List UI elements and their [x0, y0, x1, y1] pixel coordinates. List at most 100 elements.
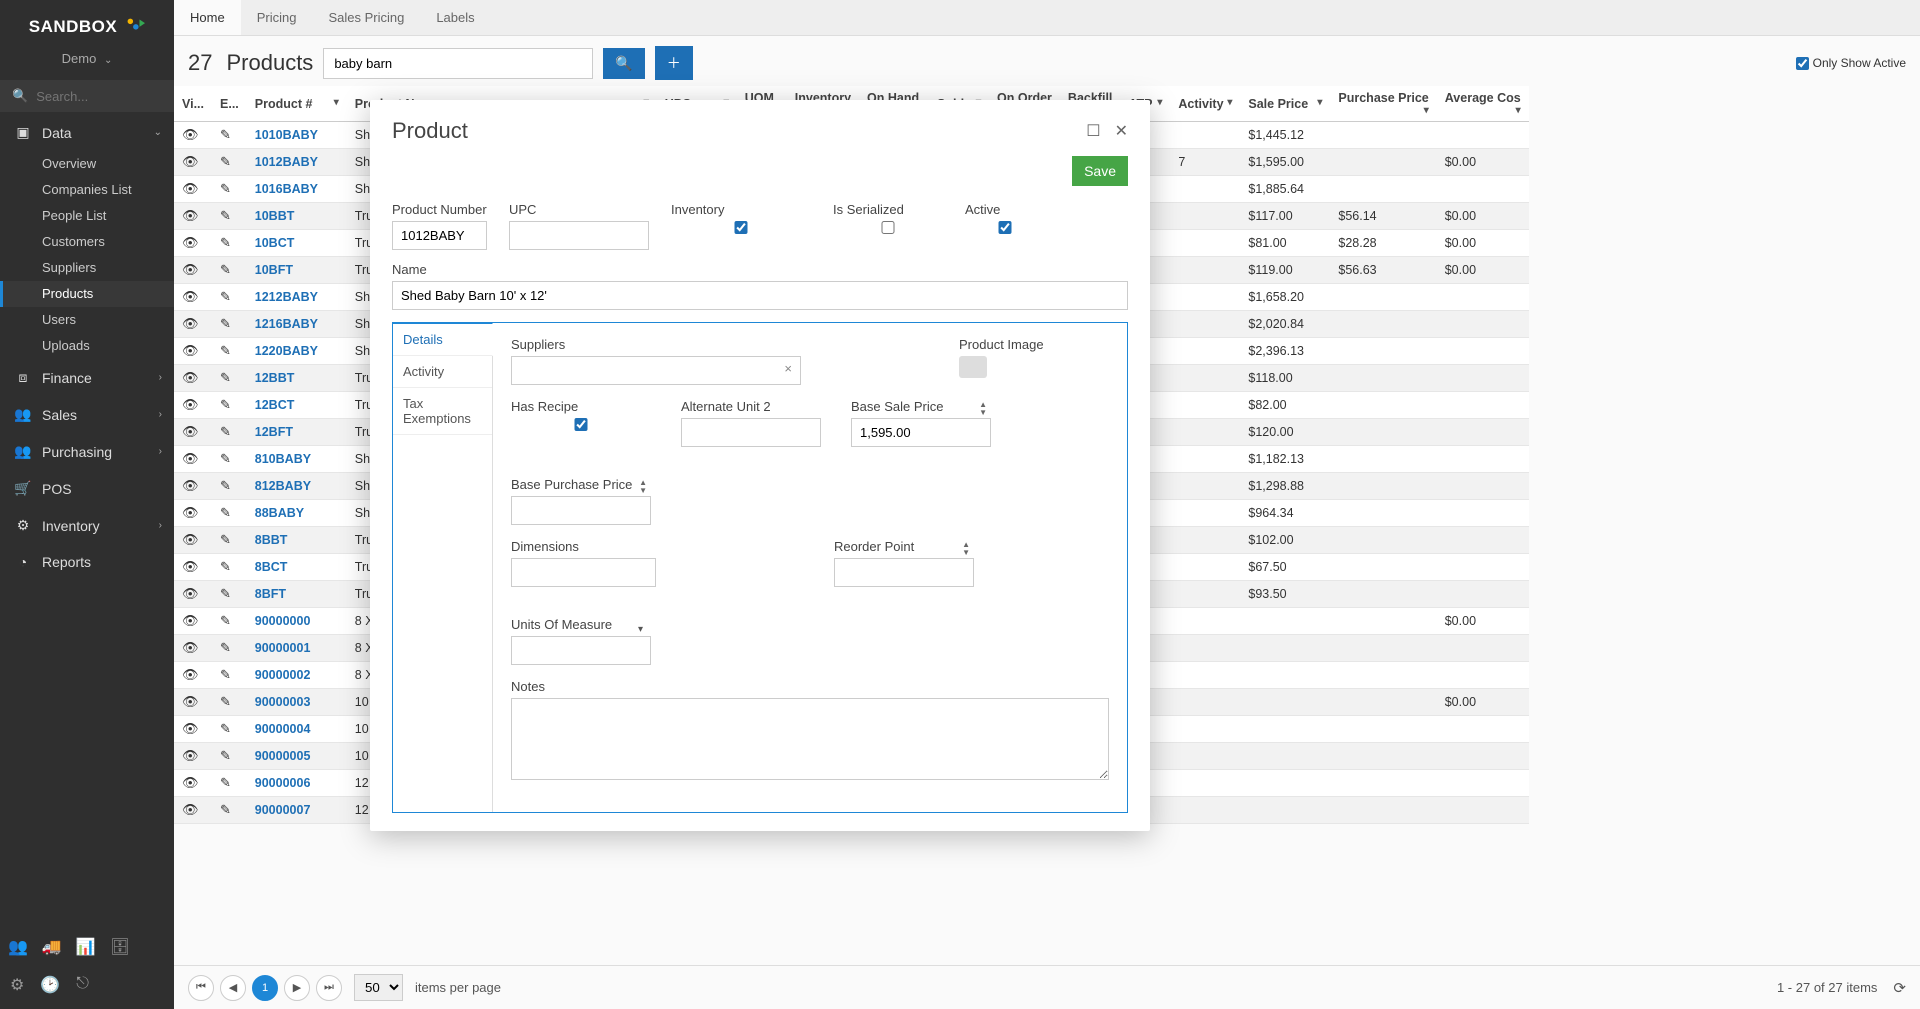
- truck-icon[interactable]: 🚚: [42, 937, 62, 957]
- edit-icon[interactable]: ✎: [220, 451, 231, 466]
- notes-textarea[interactable]: [511, 698, 1109, 780]
- edit-icon[interactable]: ✎: [220, 181, 231, 196]
- edit-icon[interactable]: ✎: [220, 748, 231, 763]
- view-icon[interactable]: 👁: [182, 748, 199, 763]
- edit-icon[interactable]: ✎: [220, 262, 231, 277]
- serialized-checkbox[interactable]: [833, 221, 943, 234]
- edit-icon[interactable]: ✎: [220, 694, 231, 709]
- product-link[interactable]: 88BABY: [255, 506, 304, 520]
- edit-icon[interactable]: ✎: [220, 424, 231, 439]
- sidebar-sub-products[interactable]: Products: [0, 281, 174, 307]
- pager-prev[interactable]: ◀: [220, 975, 246, 1001]
- maximize-icon[interactable]: ☐: [1086, 121, 1100, 141]
- tab-home[interactable]: Home: [174, 0, 241, 35]
- filter-icon[interactable]: ▾: [1157, 97, 1162, 108]
- vtab-activity[interactable]: Activity: [393, 356, 492, 388]
- tab-sales-pricing[interactable]: Sales Pricing: [312, 0, 420, 35]
- suppliers-input[interactable]: [512, 357, 776, 384]
- filter-icon[interactable]: ▾: [1227, 97, 1232, 108]
- view-icon[interactable]: 👁: [182, 694, 199, 709]
- only-active-toggle[interactable]: Only Show Active: [1796, 56, 1906, 70]
- tab-labels[interactable]: Labels: [420, 0, 490, 35]
- add-button[interactable]: ＋: [655, 46, 693, 80]
- sidebar-item-data[interactable]: ▣Data: [0, 114, 174, 151]
- edit-icon[interactable]: ✎: [220, 316, 231, 331]
- chart-icon[interactable]: 📊: [76, 937, 96, 957]
- has-recipe-checkbox[interactable]: [511, 418, 651, 431]
- edit-icon[interactable]: ✎: [220, 613, 231, 628]
- name-input[interactable]: [392, 281, 1128, 310]
- edit-icon[interactable]: ✎: [220, 370, 231, 385]
- image-placeholder[interactable]: [959, 356, 987, 378]
- column-header[interactable]: Average Cos▾: [1437, 86, 1529, 122]
- view-icon[interactable]: 👁: [182, 424, 199, 439]
- product-link[interactable]: 10BFT: [255, 263, 293, 277]
- view-icon[interactable]: 👁: [182, 451, 199, 466]
- base-purchase-input[interactable]: [511, 496, 651, 525]
- page-size-select[interactable]: 50: [354, 974, 403, 1001]
- vtab-tax-exemptions[interactable]: Tax Exemptions: [393, 388, 492, 435]
- view-icon[interactable]: 👁: [182, 613, 199, 628]
- sidebar-item-pos[interactable]: 🛒POS: [0, 470, 174, 507]
- product-link[interactable]: 812BABY: [255, 479, 311, 493]
- view-icon[interactable]: 👁: [182, 802, 199, 817]
- edit-icon[interactable]: ✎: [220, 208, 231, 223]
- clock-icon[interactable]: 🕑: [40, 975, 60, 995]
- view-icon[interactable]: 👁: [182, 775, 199, 790]
- spinner-icon[interactable]: ▲▼: [979, 401, 987, 417]
- view-icon[interactable]: 👁: [182, 559, 199, 574]
- column-header[interactable]: Vi...: [174, 86, 212, 122]
- view-icon[interactable]: 👁: [182, 289, 199, 304]
- sidebar-sub-people-list[interactable]: People List: [0, 203, 174, 229]
- pager-next[interactable]: ▶: [284, 975, 310, 1001]
- product-link[interactable]: 90000005: [255, 749, 311, 763]
- edit-icon[interactable]: ✎: [220, 586, 231, 601]
- pager-first[interactable]: ⏮: [188, 975, 214, 1001]
- product-link[interactable]: 90000000: [255, 614, 311, 628]
- sidebar-sub-overview[interactable]: Overview: [0, 151, 174, 177]
- reorder-input[interactable]: [834, 558, 974, 587]
- base-sale-input[interactable]: [851, 418, 991, 447]
- upc-input[interactable]: [509, 221, 649, 250]
- product-link[interactable]: 90000003: [255, 695, 311, 709]
- product-link[interactable]: 810BABY: [255, 452, 311, 466]
- column-header[interactable]: Purchase Price▾: [1330, 86, 1436, 122]
- sidebar-item-purchasing[interactable]: 👥Purchasing: [0, 433, 174, 470]
- edit-icon[interactable]: ✎: [220, 235, 231, 250]
- view-icon[interactable]: 👁: [182, 181, 199, 196]
- column-header[interactable]: Activity▾: [1170, 86, 1240, 122]
- spinner-icon[interactable]: ▲▼: [639, 479, 647, 495]
- refresh-icon[interactable]: ⟳: [1893, 979, 1906, 997]
- edit-icon[interactable]: ✎: [220, 667, 231, 682]
- view-icon[interactable]: 👁: [182, 235, 199, 250]
- view-icon[interactable]: 👁: [182, 505, 199, 520]
- sidebar-item-inventory[interactable]: ⚙Inventory: [0, 507, 174, 544]
- view-icon[interactable]: 👁: [182, 127, 199, 142]
- product-link[interactable]: 90000001: [255, 641, 311, 655]
- tenant-selector[interactable]: Demo ⌄: [0, 47, 174, 80]
- uom-select[interactable]: [511, 636, 651, 665]
- view-icon[interactable]: 👁: [182, 370, 199, 385]
- view-icon[interactable]: 👁: [182, 316, 199, 331]
- sidebar-sub-customers[interactable]: Customers: [0, 229, 174, 255]
- edit-icon[interactable]: ✎: [220, 532, 231, 547]
- pager-last[interactable]: ⏭: [316, 975, 342, 1001]
- column-header[interactable]: Sale Price▾: [1240, 86, 1330, 122]
- product-link[interactable]: 1220BABY: [255, 344, 318, 358]
- product-link[interactable]: 1016BABY: [255, 182, 318, 196]
- sidebar-sub-users[interactable]: Users: [0, 307, 174, 333]
- edit-icon[interactable]: ✎: [220, 478, 231, 493]
- product-link[interactable]: 90000006: [255, 776, 311, 790]
- filter-icon[interactable]: ▾: [1516, 105, 1521, 116]
- dimensions-input[interactable]: [511, 558, 656, 587]
- users-icon[interactable]: 👥: [8, 937, 28, 957]
- edit-icon[interactable]: ✎: [220, 154, 231, 169]
- column-header[interactable]: Product #▾: [247, 86, 347, 122]
- product-link[interactable]: 1010BABY: [255, 128, 318, 142]
- filter-icon[interactable]: ▾: [1317, 97, 1322, 108]
- view-icon[interactable]: 👁: [182, 343, 199, 358]
- edit-icon[interactable]: ✎: [220, 775, 231, 790]
- spinner-icon[interactable]: ▲▼: [962, 541, 970, 557]
- product-link[interactable]: 1012BABY: [255, 155, 318, 169]
- search-button[interactable]: 🔍: [603, 48, 644, 79]
